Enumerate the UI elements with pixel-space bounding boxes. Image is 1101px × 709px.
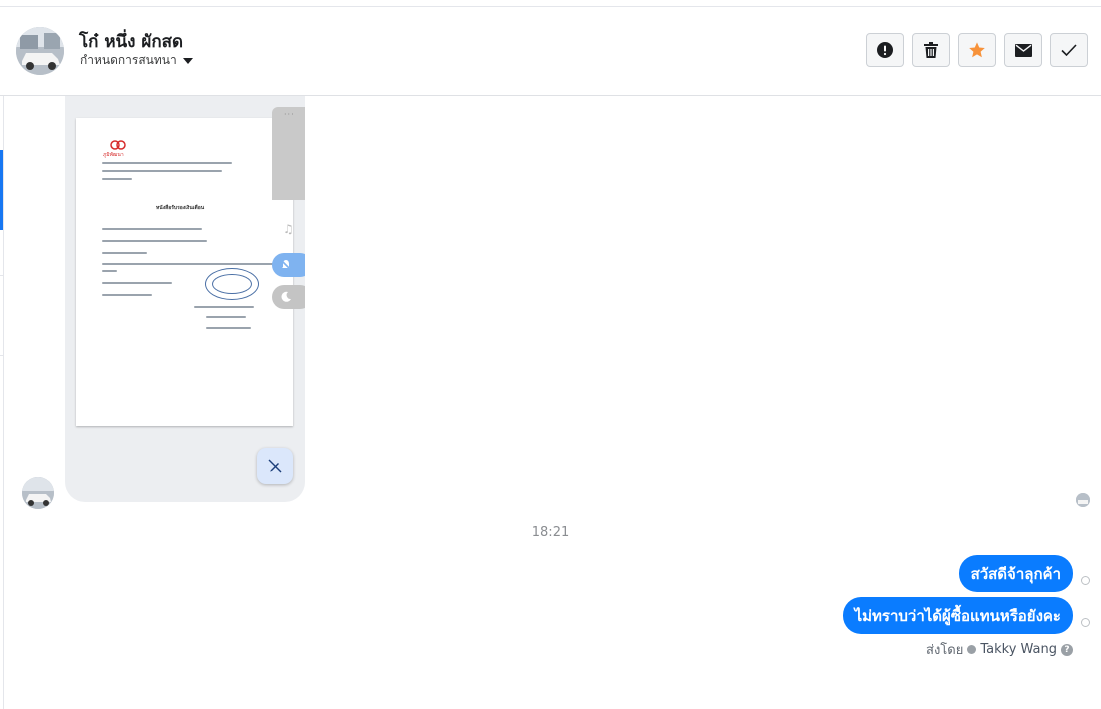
read-receipt-avatar bbox=[1076, 493, 1090, 507]
envelope-icon bbox=[1014, 43, 1032, 57]
document-text-line bbox=[102, 240, 207, 242]
contact-avatar[interactable] bbox=[16, 27, 64, 75]
document-text-line bbox=[102, 263, 282, 265]
delivered-icon bbox=[1081, 618, 1090, 627]
caret-down-icon bbox=[182, 57, 193, 64]
svg-text:ภูมิพัฒนา: ภูมิพัฒนา bbox=[103, 151, 124, 158]
delivered-icon bbox=[1081, 576, 1090, 585]
active-indicator bbox=[0, 150, 3, 230]
help-icon[interactable]: ? bbox=[1061, 643, 1073, 656]
image-attachment[interactable]: ภูมิพัฒนา หนังสือรับรองเงินเดือน ··· ♫ bbox=[65, 96, 305, 502]
assign-conversation-dropdown[interactable]: กำหนดการสนทนา bbox=[80, 51, 193, 70]
message-timestamp: 18:21 bbox=[531, 525, 570, 540]
trash-icon bbox=[924, 42, 938, 58]
star-icon bbox=[969, 42, 985, 58]
check-icon bbox=[1061, 44, 1077, 56]
left-divider bbox=[0, 275, 4, 276]
assign-label: กำหนดการสนทนา bbox=[80, 53, 177, 67]
pencil-off-icon bbox=[268, 459, 282, 473]
document-text-line bbox=[102, 294, 152, 296]
bell-off-icon bbox=[280, 259, 292, 271]
document-text-line bbox=[102, 282, 172, 284]
music-note-icon: ♫ bbox=[283, 222, 294, 236]
document-title: หนังสือรับรองเงินเดือน bbox=[156, 205, 205, 211]
left-panel-edge bbox=[3, 96, 4, 709]
document-text-line bbox=[102, 162, 232, 164]
scroll-strip bbox=[272, 107, 305, 200]
document-text-line bbox=[206, 316, 246, 318]
more-icon: ··· bbox=[284, 110, 295, 119]
document-text-line bbox=[102, 252, 147, 254]
header-actions bbox=[866, 33, 1088, 67]
document-preview: ภูมิพัฒนา หนังสือรับรองเงินเดือน bbox=[76, 118, 293, 426]
edit-tool-button bbox=[257, 448, 293, 484]
contact-avatar-small[interactable] bbox=[22, 477, 54, 509]
alert-icon bbox=[877, 42, 893, 58]
document-text-line bbox=[206, 327, 251, 329]
document-text-line bbox=[102, 270, 117, 272]
document-text-line bbox=[102, 170, 222, 172]
agent-name[interactable]: Takky Wang bbox=[980, 642, 1057, 657]
mute-toggle bbox=[272, 253, 305, 277]
company-logo: ภูมิพัฒนา bbox=[103, 140, 126, 158]
report-button[interactable] bbox=[866, 33, 904, 67]
outgoing-message[interactable]: ไม่ทราบว่าได้ผู้ซื้อแทนหรือยังคะ bbox=[842, 597, 1073, 634]
sent-by-label: ส่งโดย bbox=[926, 643, 964, 658]
star-button[interactable] bbox=[958, 33, 996, 67]
verified-icon bbox=[967, 645, 977, 654]
delete-button[interactable] bbox=[912, 33, 950, 67]
outgoing-message[interactable]: สวัสดีจ้าลุกค้า bbox=[958, 555, 1073, 592]
moon-icon bbox=[281, 291, 291, 302]
mark-unread-button[interactable] bbox=[1004, 33, 1042, 67]
left-divider bbox=[0, 355, 4, 356]
document-text-line bbox=[102, 228, 202, 230]
document-text-line bbox=[102, 178, 132, 180]
mark-done-button[interactable] bbox=[1050, 33, 1088, 67]
conversation-header: โก๋ หนึ่ง ผักสด กำหนดการสนทนา bbox=[0, 7, 1101, 96]
sent-by-info: ส่งโดย Takky Wang ? bbox=[926, 639, 1073, 660]
night-mode-toggle bbox=[272, 285, 305, 309]
signature-line bbox=[194, 306, 254, 308]
company-stamp bbox=[205, 268, 259, 300]
